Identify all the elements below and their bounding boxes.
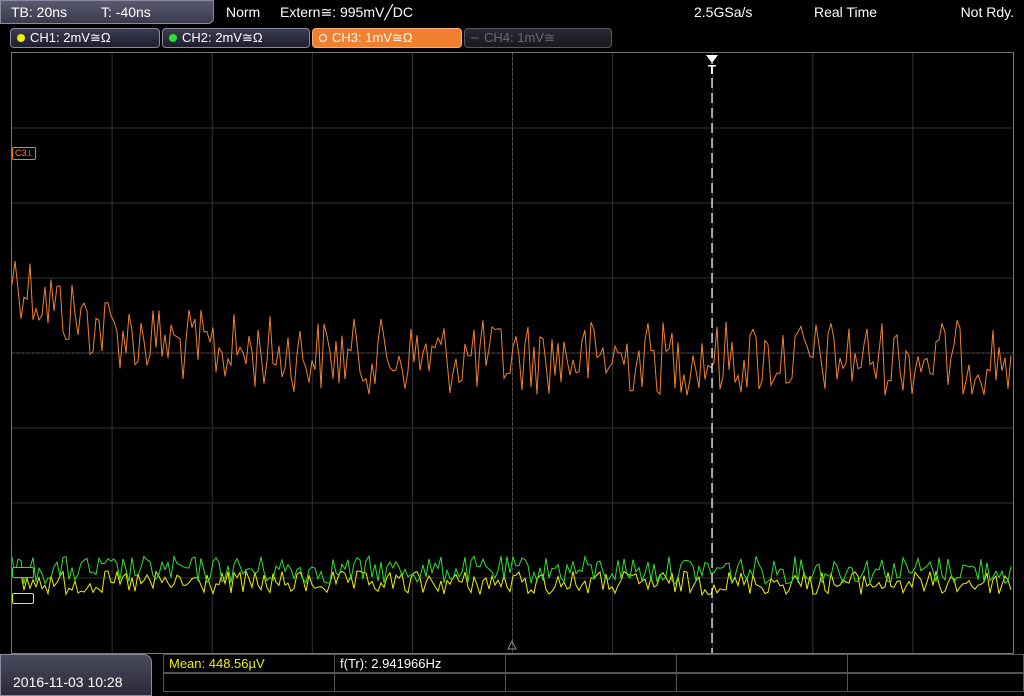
measurement-slot-7[interactable] (334, 673, 506, 692)
measurement-panel: Mean: 448.56µV f(Tr): 2.941966Hz (163, 654, 1024, 694)
trigger-marker: T (708, 62, 716, 77)
ch3-waveform (12, 260, 1012, 396)
sample-rate: 2.5GSa/s (694, 4, 753, 20)
top-status-bar: TB: 20ns T: -40ns Norm Extern≅: 995mV╱DC… (0, 0, 1024, 24)
trigger-mode[interactable]: Norm (226, 4, 260, 20)
measurement-slot-10[interactable] (847, 673, 1024, 692)
measurement-slot-9[interactable] (676, 673, 848, 692)
ch1-indicator-icon (17, 34, 25, 42)
acquisition-status: Not Rdy. (960, 4, 1014, 20)
ch3-indicator-icon (319, 34, 327, 42)
measurement-slot-8[interactable] (505, 673, 677, 692)
timebase-panel[interactable]: TB: 20ns T: -40ns (0, 0, 214, 24)
tab-ch2[interactable]: CH2: 2mV≅Ω (162, 28, 310, 48)
tab-ch3[interactable]: CH3: 1mV≅Ω (312, 28, 462, 48)
ch1-offset-marker-icon[interactable] (12, 593, 34, 604)
frequency-value: f(Tr): 2.941966Hz (340, 656, 442, 671)
mean-value: Mean: 448.56µV (169, 656, 265, 671)
tab-ch4[interactable]: CH4: 1mV≅ (464, 28, 612, 48)
acquisition-info: Norm Extern≅: 995mV╱DC 2.5GSa/s Real Tim… (218, 0, 1024, 24)
ch2-indicator-icon (169, 34, 177, 42)
channel-tabs: CH1: 2mV≅Ω CH2: 2mV≅Ω CH3: 1mV≅Ω CH4: 1m… (0, 26, 1024, 50)
tab-ch1[interactable]: CH1: 2mV≅Ω (10, 28, 160, 48)
trigger-time-readout: T: -40ns (101, 4, 151, 20)
ch1-label: CH1: 2mV≅Ω (30, 30, 111, 45)
ch3-label: CH3: 1mV≅Ω (332, 30, 413, 45)
ch2-label: CH2: 2mV≅Ω (182, 30, 263, 45)
waveform-canvas[interactable] (12, 53, 1013, 653)
frequency-measurement[interactable]: f(Tr): 2.941966Hz (334, 654, 506, 673)
ch4-label: CH4: 1mV≅ (484, 30, 555, 45)
measurement-slot-6[interactable] (163, 673, 335, 692)
datetime: 2016-11-03 10:28 (13, 674, 123, 690)
datetime-panel: 2016-11-03 10:28 (0, 654, 152, 696)
ch2-waveform (12, 554, 1012, 585)
ch4-indicator-icon (471, 37, 479, 39)
ch3-offset-marker[interactable]: C3⟂ (12, 147, 36, 160)
bottom-bar: 2016-11-03 10:28 Mean: 448.56µV f(Tr): 2… (0, 654, 1024, 696)
acquisition-mode: Real Time (814, 4, 878, 20)
mean-measurement[interactable]: Mean: 448.56µV (163, 654, 335, 673)
trigger-source[interactable]: Extern≅: 995mV╱DC (280, 4, 413, 21)
waveform-display[interactable]: C3⟂ T (11, 52, 1014, 654)
timebase-readout: TB: 20ns (11, 4, 68, 20)
measurement-slot-3[interactable] (505, 654, 677, 673)
measurement-slot-5[interactable] (847, 654, 1024, 673)
ch2-offset-marker-icon[interactable] (12, 567, 34, 578)
measurement-slot-4[interactable] (676, 654, 848, 673)
ch1-waveform (12, 569, 1012, 597)
